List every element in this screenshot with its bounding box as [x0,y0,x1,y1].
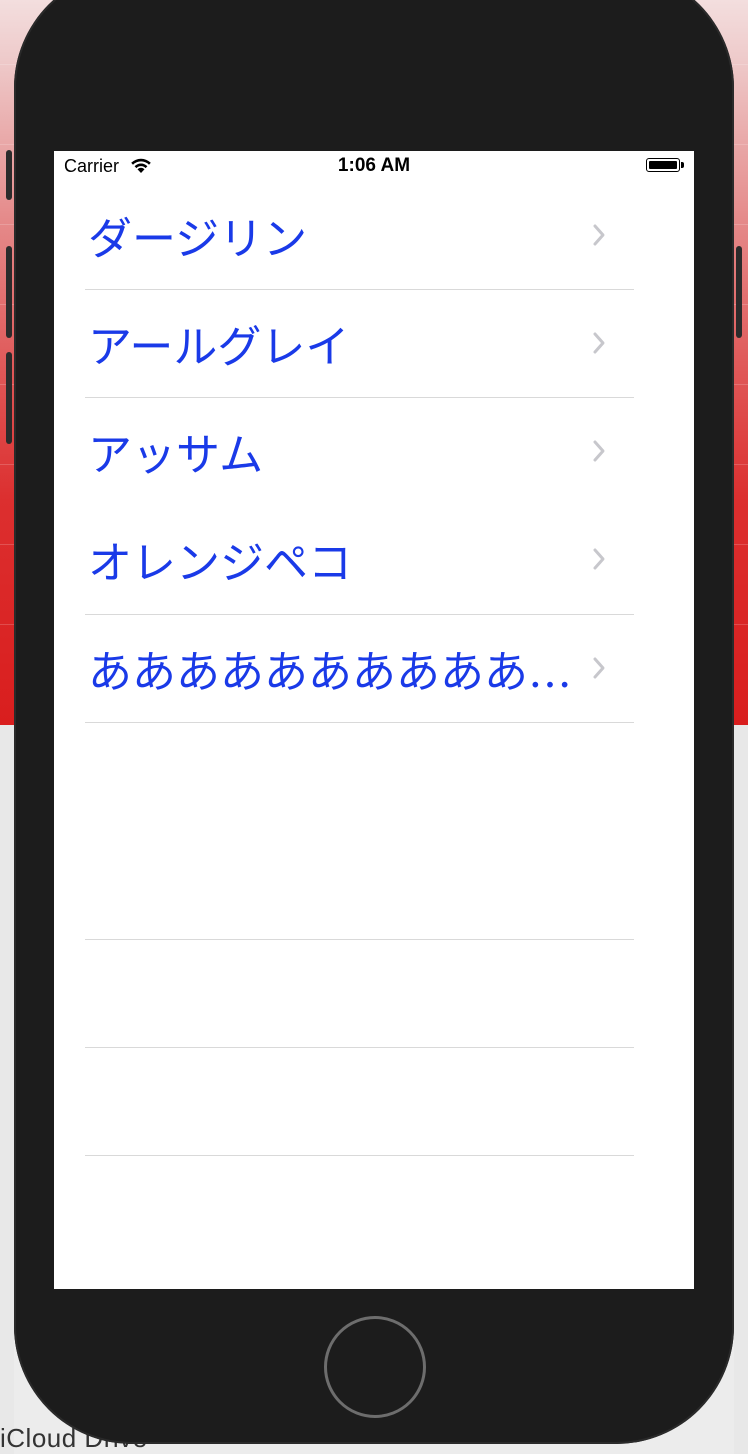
battery-icon [646,158,684,172]
finder-scroll-edge [734,725,748,1454]
finder-sidebar-edge [0,725,14,1454]
table-row[interactable]: オレンジペコ [54,505,694,613]
home-button[interactable] [324,1316,426,1418]
chevron-right-icon [590,436,610,466]
row-separator [85,1047,634,1048]
table-row[interactable]: アールグレイ [54,289,694,397]
status-time: 1:06 AM [337,155,411,176]
row-label: ああああああああああ… [88,647,572,698]
chevron-right-icon [590,220,610,250]
row-separator [85,1155,634,1156]
row-label: アールグレイ [88,322,350,373]
chevron-right-icon [590,544,610,574]
row-separator [85,939,634,940]
chevron-right-icon [590,653,610,683]
row-label: ダージリン [88,214,308,265]
table-row[interactable]: アッサム [54,397,694,505]
volume-down-button [6,352,12,444]
row-label: アッサム [88,430,264,481]
table-row[interactable]: ダージリン [54,181,694,289]
status-bar: Carrier 1:06 AM [54,151,694,183]
mute-switch [6,150,12,200]
table-row[interactable]: ああああああああああ… [54,614,694,722]
power-button [736,246,742,338]
row-separator [85,722,634,723]
row-label: オレンジペコ [88,538,352,589]
device-screen: Carrier 1:06 AM ダージリン アールグレイ アッサム オレンジペコ… [54,151,694,1289]
chevron-right-icon [590,328,610,358]
volume-up-button [6,246,12,338]
